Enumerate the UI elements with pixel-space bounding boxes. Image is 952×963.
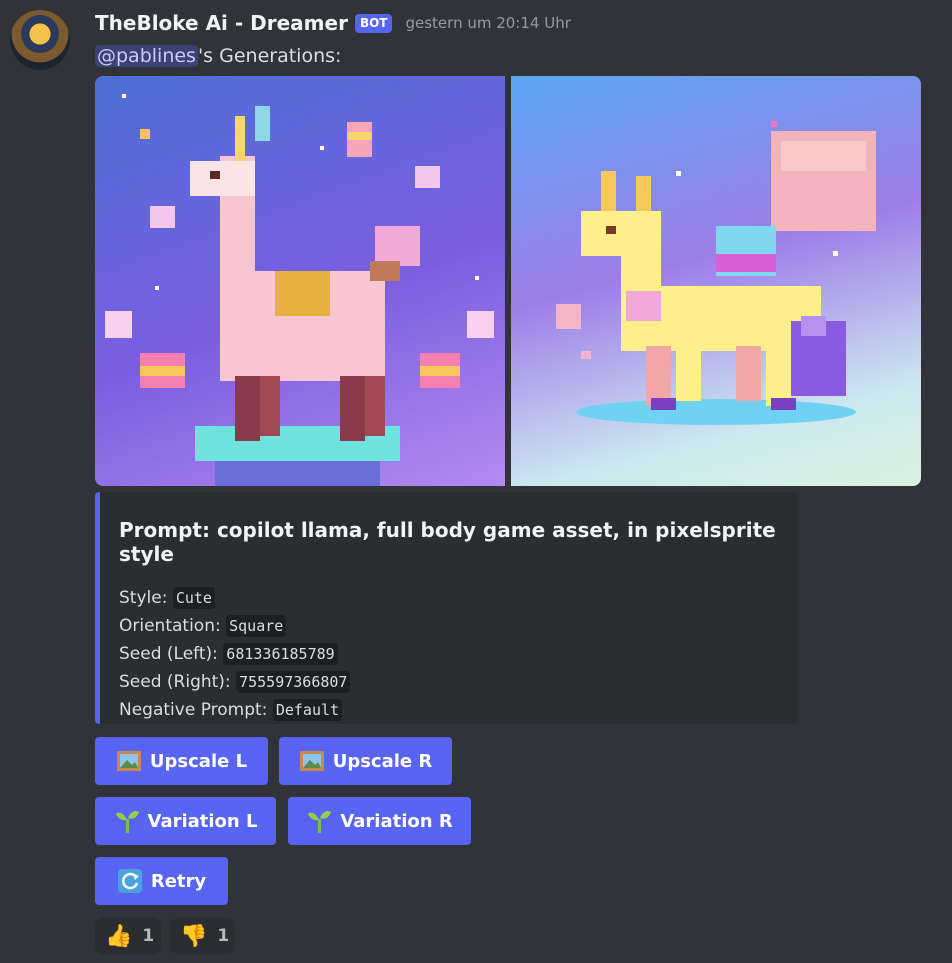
field-seed-right: Seed (Right): 755597366807 — [119, 668, 778, 696]
field-value: Cute — [172, 587, 215, 609]
upscale-right-button[interactable]: Upscale R — [279, 737, 452, 785]
field-orientation: Orientation: Square — [119, 612, 778, 640]
generation-embed: Prompt: copilot llama, full body game as… — [95, 492, 798, 724]
thumbs-up-icon: 👍 — [105, 923, 133, 949]
field-value: 755597366807 — [236, 671, 351, 693]
bot-badge: BOT — [354, 13, 393, 33]
reaction-count: 1 — [217, 926, 230, 946]
field-label: Style: — [119, 588, 168, 608]
field-value: 681336185789 — [223, 643, 338, 665]
variation-right-button[interactable]: Variation R — [288, 797, 471, 845]
reaction-thumbs-down[interactable]: 👎 1 — [170, 918, 235, 954]
variation-left-button[interactable]: Variation L — [95, 797, 276, 845]
seedling-icon — [308, 810, 332, 833]
bot-avatar[interactable] — [10, 10, 70, 70]
generated-image-right[interactable] — [511, 76, 921, 486]
upscale-left-button[interactable]: Upscale L — [95, 737, 268, 785]
reaction-count: 1 — [142, 926, 155, 946]
field-seed-left: Seed (Left): 681336185789 — [119, 640, 778, 668]
message-content: @pablines's Generations: — [95, 42, 341, 70]
framed-picture-icon — [116, 751, 141, 771]
button-label: Variation R — [340, 810, 453, 832]
embed-title: Prompt: copilot llama, full body game as… — [119, 518, 776, 566]
username[interactable]: TheBloke Ai - Dreamer — [95, 11, 348, 35]
field-value: Square — [226, 615, 287, 637]
arrows-counterclockwise-icon — [117, 869, 142, 893]
llama-pixel-art-right — [556, 121, 876, 425]
user-mention[interactable]: @pablines — [95, 45, 198, 67]
button-label: Upscale R — [332, 750, 433, 772]
field-label: Seed (Left): — [119, 644, 218, 664]
framed-picture-icon — [299, 751, 324, 771]
timestamp[interactable]: gestern um 20:14 Uhr — [405, 14, 570, 32]
reaction-thumbs-up[interactable]: 👍 1 — [95, 918, 161, 954]
field-negative-prompt: Negative Prompt: Default — [119, 696, 778, 724]
button-label: Variation L — [147, 810, 258, 832]
button-label: Retry — [150, 870, 207, 892]
seedling-icon — [115, 810, 139, 833]
message-header: TheBloke Ai - Dreamer BOT gestern um 20:… — [95, 8, 571, 38]
thumbs-down-icon: 👎 — [180, 923, 208, 949]
llama-pixel-art-left — [105, 94, 494, 486]
field-label: Orientation: — [119, 616, 221, 636]
field-style: Style: Cute — [119, 584, 778, 612]
retry-button[interactable]: Retry — [95, 857, 228, 905]
field-value: Default — [272, 699, 343, 721]
field-label: Seed (Right): — [119, 672, 231, 692]
button-label: Upscale L — [149, 750, 248, 772]
content-text: 's Generations: — [197, 45, 342, 67]
field-label: Negative Prompt: — [119, 700, 268, 720]
generated-image-left[interactable] — [95, 76, 505, 486]
